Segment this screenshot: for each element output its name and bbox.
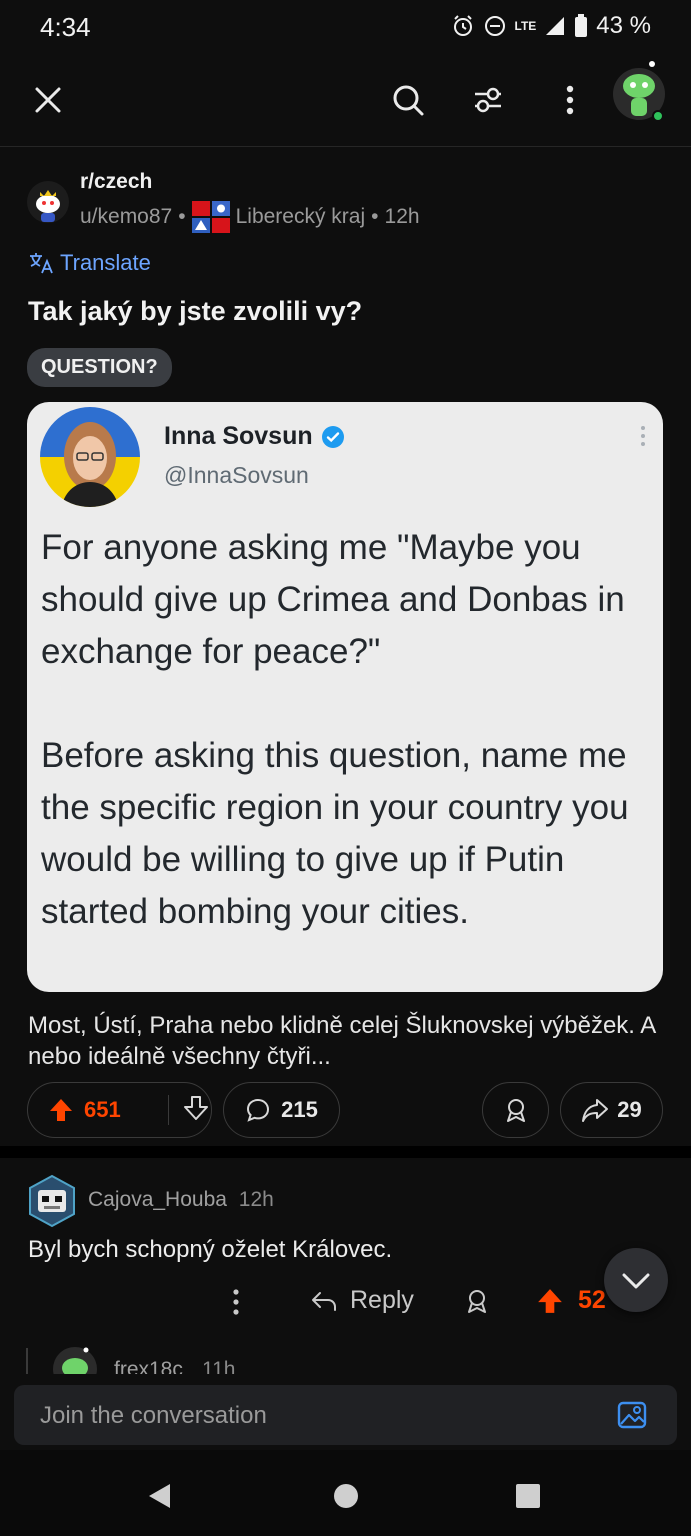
- comment-award-button[interactable]: [464, 1288, 490, 1319]
- battery-level: 43 %: [596, 12, 651, 39]
- search-icon: [393, 85, 424, 116]
- more-vertical-icon: [233, 1289, 239, 1315]
- tweet-text: For anyone asking me "Maybe you should g…: [41, 528, 629, 931]
- reply-button[interactable]: Reply: [310, 1286, 414, 1315]
- comment-count: 215: [281, 1097, 318, 1122]
- post-age: 12h: [384, 205, 420, 228]
- chevron-down-icon: [622, 1273, 650, 1289]
- post-author[interactable]: u/kemo87: [80, 205, 172, 229]
- comment-upvote-button[interactable]: 52: [536, 1286, 606, 1315]
- share-icon: [582, 1099, 609, 1122]
- comment-score: 52: [578, 1286, 606, 1314]
- post-title: Tak jaký by jste zvolili vy?: [28, 296, 363, 326]
- dnd-icon: [484, 16, 505, 36]
- subreddit-name[interactable]: r/czech: [80, 170, 152, 194]
- signal-icon: [546, 17, 565, 35]
- image-icon: [617, 1401, 647, 1429]
- nav-back-button[interactable]: [146, 1482, 172, 1515]
- post-body-text: Most, Ústí, Praha nebo klidně celej Šluk…: [28, 1012, 655, 1070]
- filter-icon: [475, 87, 501, 113]
- nav-home-button[interactable]: [333, 1483, 359, 1514]
- close-button[interactable]: [26, 78, 70, 122]
- user-flair-text: Liberecký kraj: [235, 205, 366, 228]
- back-triangle-icon: [149, 1484, 170, 1508]
- tweet-author-handle: @InnaSovsun: [164, 462, 309, 488]
- peek-comment-age: 11h: [202, 1358, 236, 1374]
- subreddit-avatar[interactable]: [26, 180, 70, 224]
- vote-count: 651: [84, 1097, 121, 1122]
- system-nav-bar: [0, 1450, 691, 1536]
- comment-meta: Cajova_Houba 12h: [88, 1188, 274, 1212]
- comment-composer[interactable]: Join the conversation: [14, 1385, 677, 1445]
- tweet-avatar-photo-icon: [40, 407, 140, 507]
- network-label: LTE: [514, 19, 537, 33]
- comments-button[interactable]: 215: [223, 1082, 340, 1138]
- post-actions: 651 215 29: [27, 1082, 663, 1140]
- translate-icon: [30, 253, 53, 274]
- tweet-author-name: Inna Sovsun: [164, 422, 313, 450]
- comment-author[interactable]: Cajova_Houba: [88, 1188, 227, 1211]
- top-app-bar: [0, 56, 691, 147]
- upvote-filled-icon: [50, 1099, 72, 1121]
- tweet-more-icon: [639, 424, 647, 453]
- reply-label: Reply: [350, 1286, 414, 1314]
- downvote-icon: [184, 1095, 208, 1120]
- post-meta: u/kemo87 • Liberecký kraj • 12h: [80, 201, 420, 233]
- verified-badge-icon: [321, 425, 344, 448]
- post-flair-badge[interactable]: QUESTION?: [27, 348, 172, 387]
- section-divider: [0, 1146, 691, 1158]
- upvote-filled-icon: [538, 1288, 562, 1313]
- status-bar: 4:34 LTE 43 %: [0, 0, 691, 56]
- search-button[interactable]: [386, 78, 430, 122]
- next-comment-peek: frex18c 11h: [52, 1346, 691, 1374]
- meta-separator: •: [371, 205, 379, 228]
- reply-arrow-icon: [312, 1291, 336, 1311]
- recents-square-icon: [516, 1484, 540, 1508]
- sort-filter-button[interactable]: [466, 78, 510, 122]
- snoo-avatar-icon: [613, 61, 665, 122]
- share-count: 29: [617, 1097, 642, 1122]
- battery-icon: [575, 14, 588, 37]
- award-icon: [468, 1290, 486, 1313]
- subreddit-snoo-icon: [27, 181, 69, 223]
- award-icon: [506, 1099, 525, 1122]
- comment-bubble-icon: [247, 1098, 270, 1122]
- comment-text: Byl bych schopný oželet Královec.: [28, 1236, 393, 1263]
- add-image-button[interactable]: [617, 1400, 647, 1435]
- meta-separator: •: [178, 205, 186, 228]
- next-comment-button[interactable]: [604, 1248, 668, 1312]
- profile-avatar[interactable]: [610, 60, 668, 124]
- tweet-author-avatar: [39, 406, 141, 508]
- region-flair-icon: [191, 201, 230, 233]
- translate-button[interactable]: Translate: [28, 250, 151, 276]
- tweet-author-name-row: Inna Sovsun: [164, 422, 345, 451]
- composer-placeholder: Join the conversation: [40, 1402, 267, 1429]
- comment-age: 12h: [238, 1188, 274, 1211]
- overflow-menu-button[interactable]: [548, 78, 592, 122]
- commenter-avatar-icon: [53, 1347, 97, 1374]
- award-button[interactable]: [482, 1082, 549, 1138]
- home-circle-icon: [334, 1484, 358, 1508]
- comment-more-button[interactable]: [232, 1288, 240, 1321]
- close-icon: [35, 87, 61, 113]
- downvote-button[interactable]: [169, 1095, 209, 1126]
- nav-recents-button[interactable]: [515, 1483, 541, 1514]
- post-image-tweet[interactable]: Inna Sovsun @InnaSovsun For anyone askin…: [27, 402, 663, 992]
- comment-actions: Reply 52: [0, 1280, 691, 1326]
- share-button[interactable]: 29: [560, 1082, 663, 1138]
- alarm-icon: [453, 15, 472, 36]
- robot-avatar-icon: [29, 1174, 75, 1228]
- peek-comment-author[interactable]: frex18c: [114, 1358, 183, 1374]
- vote-pill: 651: [27, 1082, 212, 1138]
- status-time: 4:34: [40, 12, 91, 42]
- thread-line: [26, 1348, 28, 1374]
- status-icons: LTE 43 %: [451, 12, 651, 40]
- commenter-avatar[interactable]: [26, 1174, 78, 1228]
- translate-label: Translate: [60, 250, 151, 275]
- more-vertical-icon: [566, 85, 574, 115]
- upvote-button[interactable]: 651: [28, 1097, 168, 1123]
